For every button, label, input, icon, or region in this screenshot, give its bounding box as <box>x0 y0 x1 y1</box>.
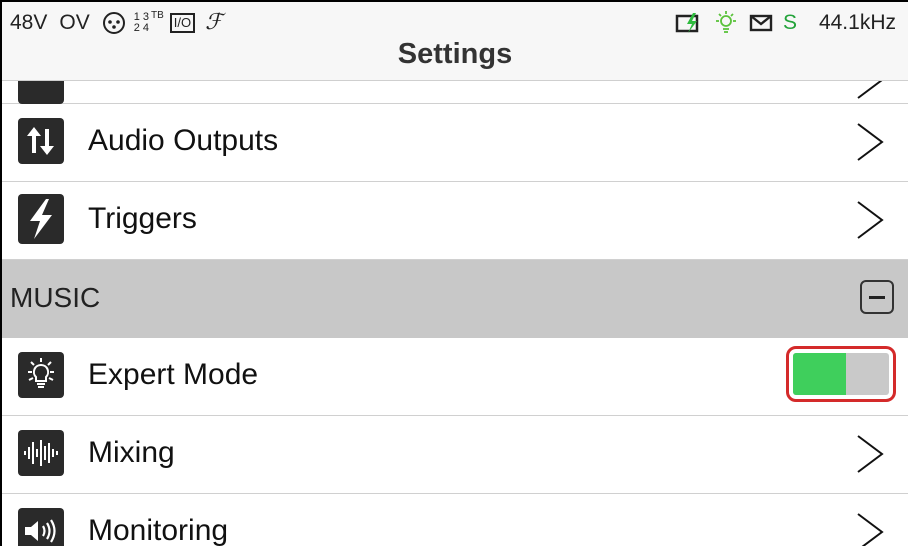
lightbulb-icon <box>18 352 64 398</box>
section-header-music: MUSIC <box>2 260 908 338</box>
chevron-right-icon <box>857 123 884 161</box>
input-channels-suffix: TB <box>151 10 164 21</box>
list-item-label: Audio Outputs <box>88 124 279 157</box>
up-down-arrows-icon <box>18 118 64 164</box>
chevron-right-icon <box>857 513 884 546</box>
chevron-right-icon <box>857 201 884 239</box>
page-title: Settings <box>397 38 513 70</box>
expert-mode-status-icon <box>715 11 736 33</box>
expert-mode-toggle[interactable] <box>793 353 889 395</box>
list-item-label: Monitoring <box>88 514 229 546</box>
list-item-expert-mode[interactable]: Expert Mode <box>2 338 908 416</box>
list-item-label: Expert Mode <box>88 358 259 391</box>
sync-indicator: S <box>782 11 797 34</box>
settings-screen: 48V OV 1 3 2 4 TB I/O ℱ S 44.1kHz Settin… <box>0 0 908 546</box>
io-icon: I/O <box>169 12 196 33</box>
list-item-label: Mixing <box>88 436 175 469</box>
list-item-audio-outputs[interactable]: Audio Outputs <box>2 104 908 182</box>
list-item-triggers[interactable]: Triggers <box>2 182 908 260</box>
list-item-monitoring[interactable]: Monitoring <box>2 494 908 546</box>
expert-mode-toggle-highlight <box>786 346 896 402</box>
input-channels-indicator: 1 3 2 4 <box>133 10 150 34</box>
list-item-label: Triggers <box>88 202 197 235</box>
speaker-icon <box>18 508 64 546</box>
battery-charging-icon <box>675 13 699 33</box>
minus-icon <box>869 295 885 299</box>
section-label: MUSIC <box>10 282 101 313</box>
phantom-power-indicator: 48V <box>10 10 48 34</box>
fx-icon: ℱ <box>205 10 223 35</box>
waveform-icon <box>18 430 64 476</box>
sample-rate-indicator: 44.1kHz <box>818 11 896 34</box>
toggle-on-fill <box>793 353 846 395</box>
input-routing-icon <box>102 11 125 34</box>
lightning-icon <box>18 194 64 244</box>
collapse-section-button[interactable] <box>860 280 894 314</box>
status-bar-overlay: 48V OV 1 3 2 4 TB I/O ℱ S 44.1kHz Settin… <box>2 2 908 81</box>
list-item-mixing[interactable]: Mixing <box>2 416 908 494</box>
overload-indicator: OV <box>59 10 90 34</box>
chevron-right-icon <box>857 435 884 473</box>
mail-icon <box>749 14 773 32</box>
